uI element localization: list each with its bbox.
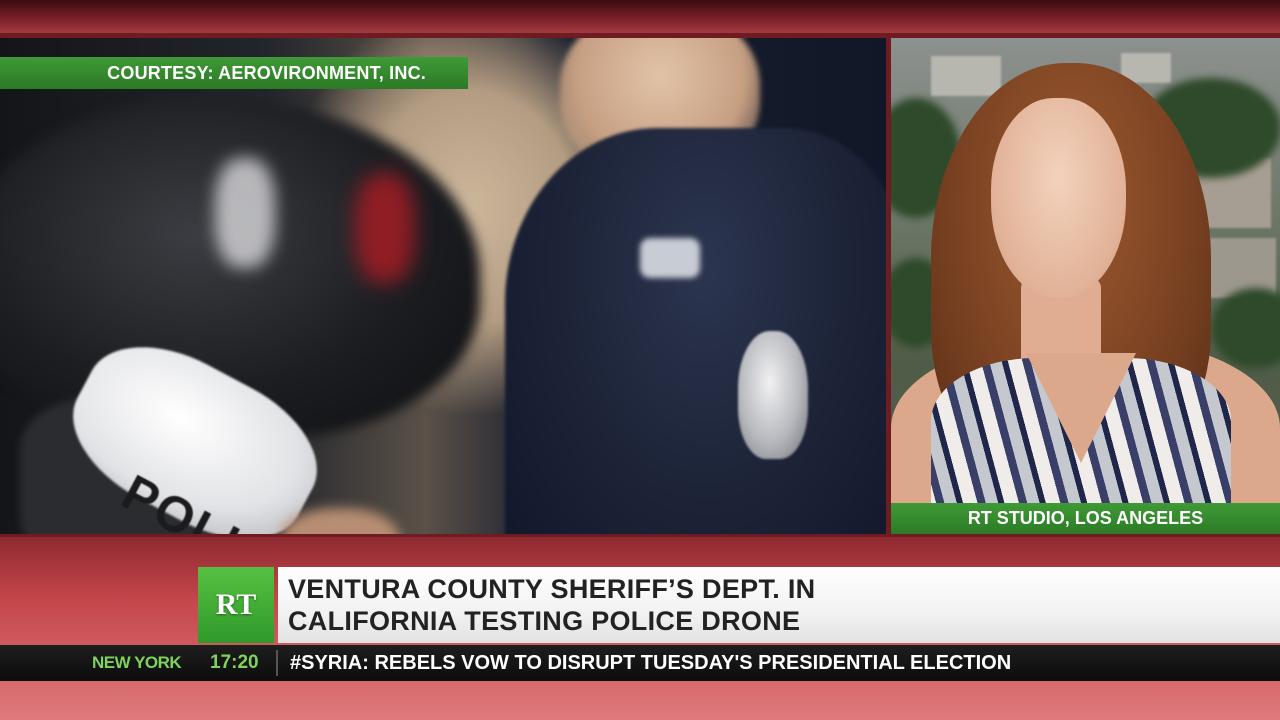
- headline-line-1: VENTURA COUNTY SHERIFF’S DEPT. IN: [288, 574, 816, 604]
- studio-video-panel: [891, 38, 1280, 506]
- anchor-face: [991, 98, 1126, 298]
- courtesy-caption: COURTESY: AEROVIRONMENT, INC.: [0, 57, 468, 89]
- headline-line-2: CALIFORNIA TESTING POLICE DRONE: [288, 606, 801, 636]
- ticker-city: NEW YORK: [92, 653, 182, 672]
- rt-logo: RT: [198, 567, 274, 643]
- ticker-hashtag: #SYRIA:: [290, 652, 369, 674]
- car-white-light: [215, 158, 275, 268]
- studio-location-caption: RT STUDIO, LOS ANGELES: [891, 503, 1280, 534]
- headline: VENTURA COUNTY SHERIFF’S DEPT. IN CALIFO…: [288, 573, 1268, 637]
- trees: [1211, 288, 1280, 368]
- ticker-headline: #SYRIA: REBELS VOW TO DISRUPT TUESDAY'S …: [290, 645, 1011, 681]
- ticker-headline-text: REBELS VOW TO DISRUPT TUESDAY'S PRESIDEN…: [374, 652, 1012, 674]
- footage-video-panel: POLIC: [0, 38, 886, 534]
- anchor-neckline: [1026, 353, 1136, 463]
- city-building: [931, 56, 1001, 96]
- police-badge-icon: [738, 331, 808, 459]
- officer-uniform: [505, 128, 886, 534]
- car-red-light: [355, 173, 415, 283]
- ticker-clock: 17:20: [210, 652, 259, 673]
- top-red-strip: [0, 0, 1280, 33]
- ticker-divider: [276, 650, 278, 676]
- officer-collar: [640, 238, 700, 278]
